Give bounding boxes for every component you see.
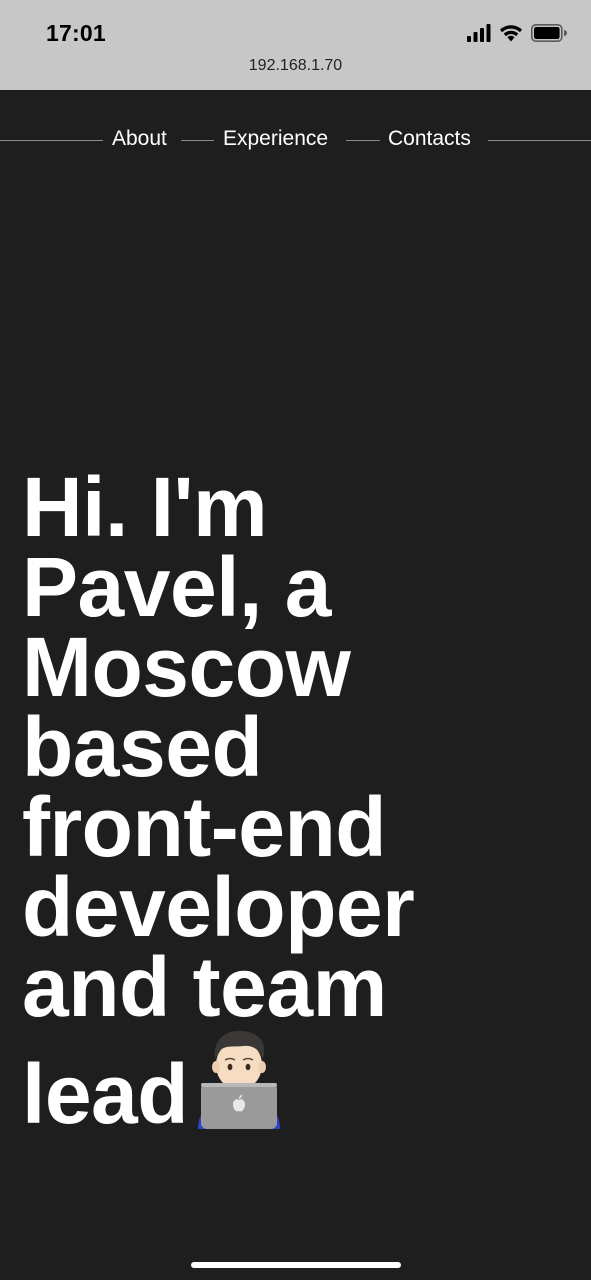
technologist-on-laptop-icon [190,1027,288,1129]
wifi-icon [499,24,523,47]
status-bar: 17:01 192.168.1.70 [0,0,591,90]
home-indicator[interactable] [191,1262,401,1268]
battery-icon [531,23,567,47]
cellular-signal-icon [467,23,491,47]
hero-last-line: lead [22,1027,582,1136]
status-icons [467,23,567,47]
hero-line: and team [22,940,387,1034]
page-content: About Experience Contacts Hi. I'm Pavel,… [0,90,591,1280]
address-bar-url[interactable]: 192.168.1.70 [0,57,591,75]
nav-divider [346,140,380,141]
nav-divider [181,140,214,141]
hero-line: lead [22,1047,189,1141]
nav-divider [0,140,103,141]
hero-line: developer [22,860,415,954]
hero-line: Moscow [22,620,351,714]
nav-link-experience[interactable]: Experience [223,126,328,152]
hero-line: based [22,700,263,794]
status-time: 17:01 [46,20,106,46]
hero-line: Pavel, a [22,540,331,634]
hero-heading: Hi. I'm Pavel, a Moscow based front-end … [22,460,582,1136]
nav-divider [488,140,591,141]
hero-line: front-end [22,780,387,874]
hero-line: Hi. I'm [22,460,268,554]
nav-link-contacts[interactable]: Contacts [388,126,471,152]
nav-link-about[interactable]: About [112,126,167,152]
